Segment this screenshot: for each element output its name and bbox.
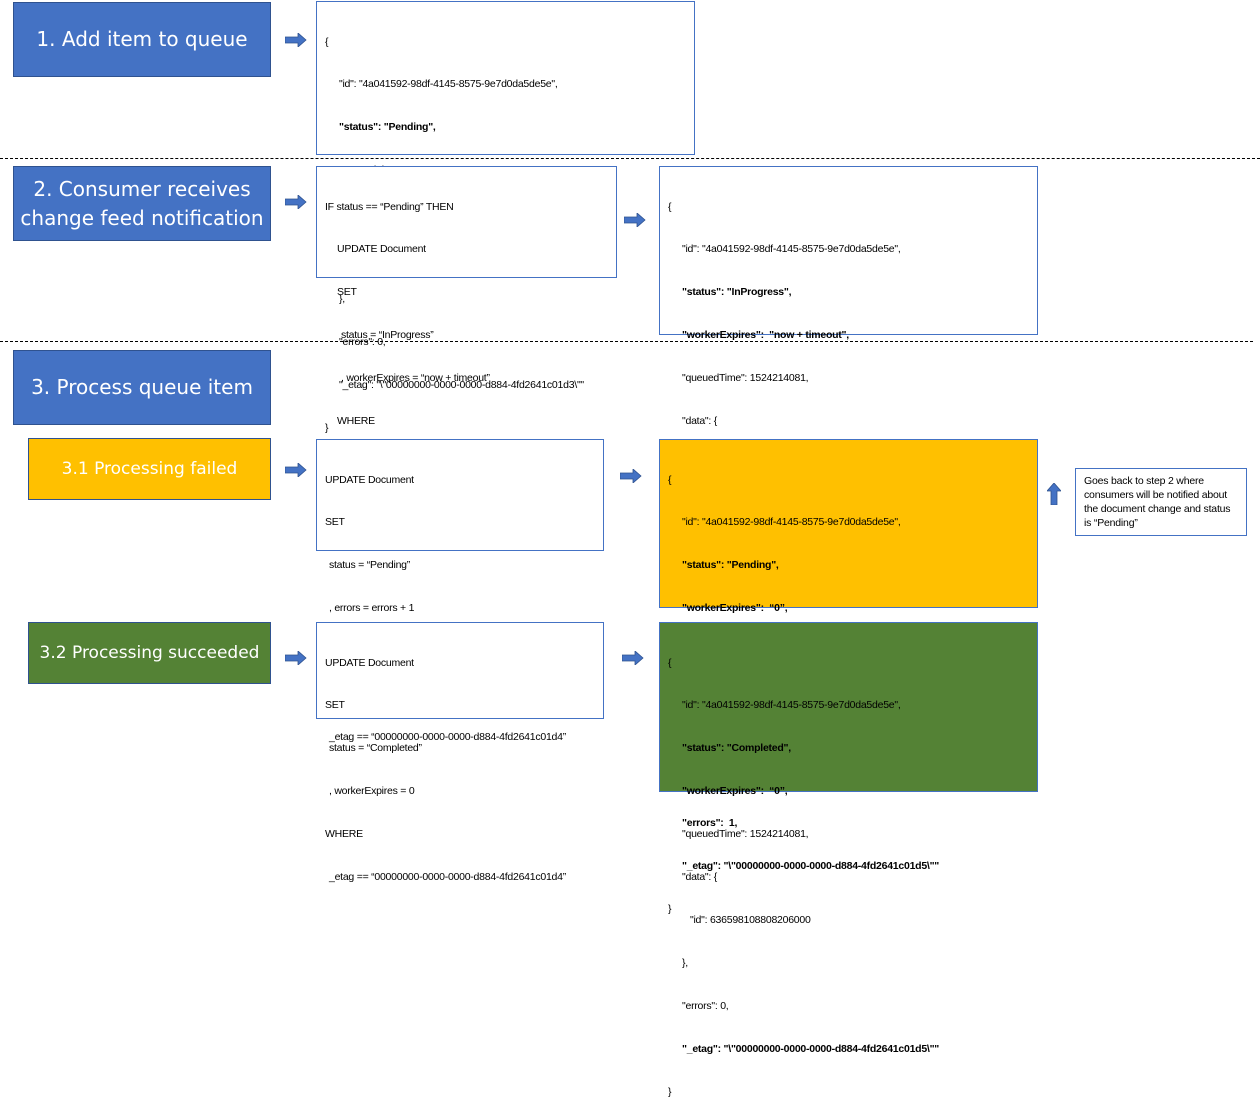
- document-json-step-3-2: { "id": "4a041592-98df-4145-8575-9e7d0da…: [659, 622, 1038, 1098]
- step-3-2-processing-succeeded: 3.2 Processing succeeded: [28, 622, 271, 684]
- field-status: "status": "Pending",: [682, 559, 779, 572]
- field-id: "id": "4a041592-98df-4145-8575-9e7d0da5d…: [682, 516, 901, 529]
- arrow-right-icon: [285, 463, 307, 477]
- query-step-3-1: UPDATE Document SET status = “Pending” ,…: [316, 439, 604, 743]
- step-3-1-processing-failed: 3.1 Processing failed: [28, 438, 271, 500]
- field-worker-expires: "workerExpires": "now + timeout",: [682, 329, 849, 342]
- step-3-process-queue-item: 3. Process queue item: [13, 350, 271, 425]
- field-worker-expires: "workerExpires": “0”,: [682, 785, 788, 798]
- step-2-label-line-2: change feed notification: [20, 205, 264, 230]
- step-3-1-label: 3.1 Processing failed: [61, 459, 238, 479]
- document-json-step-1: { "id": "4a041592-98df-4145-8575-9e7d0da…: [316, 1, 695, 434]
- field-id: "id": "4a041592-98df-4145-8575-9e7d0da5d…: [682, 699, 901, 712]
- document-json-step-2: { "id": "4a041592-98df-4145-8575-9e7d0da…: [659, 166, 1038, 642]
- field-status: "status": "Completed",: [682, 742, 791, 755]
- arrow-right-icon: [624, 213, 646, 227]
- step-1-add-item: 1. Add item to queue: [13, 2, 271, 77]
- step-2-label-line-1: 2. Consumer receives: [33, 176, 251, 201]
- field-queued-time: "queuedTime": 1524214081,: [682, 372, 809, 385]
- query-step-2: IF status == “Pending” THEN UPDATE Docum…: [316, 166, 617, 470]
- loop-back-note-text: Goes back to step 2 where consumers will…: [1084, 475, 1231, 529]
- arrow-right-icon: [622, 651, 644, 665]
- step-1-label: 1. Add item to queue: [36, 27, 248, 51]
- arrow-up-icon: [1047, 483, 1061, 505]
- arrow-right-icon: [285, 33, 307, 47]
- field-status: "status": "Pending",: [339, 121, 436, 134]
- query-step-3-2: UPDATE Document SET status = “Completed”…: [316, 622, 604, 883]
- field-id: "id": "4a041592-98df-4145-8575-9e7d0da5d…: [339, 78, 558, 91]
- field-data-id: "id": 636598108808206000: [690, 913, 811, 926]
- field-id: "id": "4a041592-98df-4145-8575-9e7d0da5d…: [682, 243, 901, 256]
- field-errors: "errors": 0,: [682, 999, 729, 1012]
- arrow-right-icon: [285, 195, 307, 209]
- step-3-label: 3. Process queue item: [31, 375, 253, 399]
- field-worker-expires: "workerExpires": “0”,: [682, 602, 788, 615]
- loop-back-note: Goes back to step 2 where consumers will…: [1075, 468, 1247, 536]
- step-2-consumer-receives: 2. Consumer receives change feed notific…: [13, 166, 271, 241]
- field-etag: "_etag": "\"00000000-0000-0000-d884-4fd2…: [682, 1042, 940, 1055]
- step-3-2-label: 3.2 Processing succeeded: [39, 643, 260, 663]
- field-queued-time: "queuedTime": 1524214081,: [682, 828, 809, 841]
- arrow-right-icon: [285, 651, 307, 665]
- field-status: "status": "InProgress",: [682, 286, 792, 299]
- document-json-step-3-1: { "id": "4a041592-98df-4145-8575-9e7d0da…: [659, 439, 1038, 915]
- arrow-right-icon: [620, 469, 642, 483]
